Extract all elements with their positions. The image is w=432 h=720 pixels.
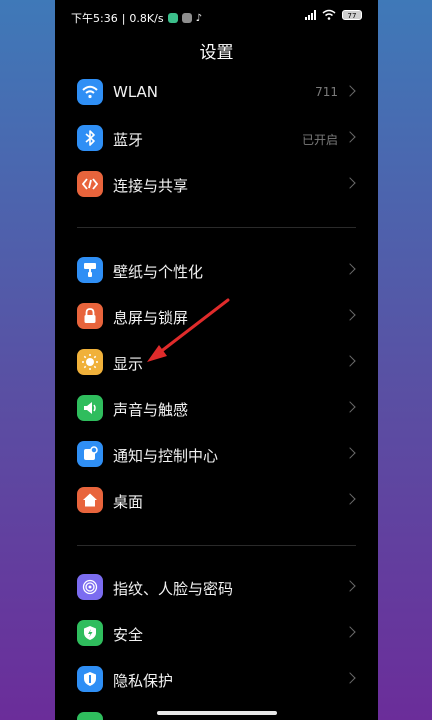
settings-item-wlan[interactable]: WLAN 711 (55, 70, 378, 116)
app-notification-icon (167, 13, 178, 23)
settings-item-label: 蓝牙 (113, 131, 144, 149)
settings-item-value: 711 (315, 85, 338, 99)
chevron-right-icon (344, 580, 356, 592)
status-separator: | (121, 11, 126, 25)
settings-item-label: 息屏与锁屏 (113, 309, 189, 327)
settings-item-display[interactable]: 显示 (55, 340, 378, 386)
bluetooth-icon (77, 125, 103, 151)
home-icon (77, 487, 103, 513)
tiktok-icon: ♪ (195, 12, 202, 24)
chevron-right-icon (344, 355, 356, 367)
settings-item-desktop[interactable]: 桌面 (55, 478, 378, 524)
chevron-right-icon (344, 447, 356, 459)
chevron-right-icon (344, 309, 356, 321)
settings-item-label: 通知与控制中心 (113, 447, 219, 465)
chevron-right-icon (344, 263, 356, 275)
wifi-status-icon (322, 9, 336, 20)
signal-icon (305, 9, 316, 20)
chevron-right-icon (344, 401, 356, 413)
partial-item-icon (77, 712, 103, 720)
settings-item-label: 声音与触感 (113, 401, 189, 419)
settings-item-lock-screen[interactable]: 息屏与锁屏 (55, 294, 378, 340)
chevron-right-icon (344, 493, 356, 505)
settings-item-bluetooth[interactable]: 蓝牙 已开启 (55, 116, 378, 162)
wifi-icon (77, 79, 103, 105)
chevron-right-icon (344, 131, 356, 143)
settings-item-label: 连接与共享 (113, 177, 189, 195)
privacy-icon (77, 666, 103, 692)
status-right: 77 (305, 9, 362, 20)
chevron-right-icon (344, 85, 356, 97)
brightness-sun-icon (77, 349, 103, 375)
chevron-right-icon (344, 672, 356, 684)
security-shield-icon (77, 620, 103, 646)
settings-item-label: WLAN (113, 83, 159, 101)
phone-screen: 下午5:36 | 0.8K/s ♪ 77 设置 WLAN 711 蓝牙 已开启 … (55, 0, 378, 720)
network-speed: 0.8K/s (129, 11, 164, 25)
battery-icon: 77 (342, 9, 362, 20)
status-time: 下午5:36 (71, 12, 118, 25)
chevron-right-icon (344, 626, 356, 638)
status-bar: 下午5:36 | 0.8K/s ♪ 77 (55, 0, 378, 34)
home-indicator[interactable] (157, 711, 277, 715)
settings-item-label: 安全 (113, 626, 144, 644)
settings-item-wallpaper[interactable]: 壁纸与个性化 (55, 248, 378, 294)
settings-item-label: 隐私保护 (113, 672, 174, 690)
paint-roller-icon (77, 257, 103, 283)
connection-share-icon (77, 171, 103, 197)
settings-item-label: 壁纸与个性化 (113, 263, 204, 281)
fingerprint-icon (77, 574, 103, 600)
settings-item-security[interactable]: 安全 (55, 611, 378, 657)
settings-item-connection-share[interactable]: 连接与共享 (55, 162, 378, 208)
settings-item-fingerprint[interactable]: 指纹、人脸与密码 (55, 565, 378, 611)
status-left: 下午5:36 | 0.8K/s ♪ (71, 10, 202, 26)
settings-item-label: 显示 (113, 355, 144, 373)
lock-icon (77, 303, 103, 329)
group-divider (77, 545, 356, 546)
settings-item-notification[interactable]: 通知与控制中心 (55, 432, 378, 478)
settings-item-label: 指纹、人脸与密码 (113, 580, 234, 598)
app-notification-icon (181, 13, 192, 23)
page-title: 设置 (199, 43, 234, 63)
settings-item-label: 桌面 (113, 493, 144, 511)
group-divider (77, 227, 356, 228)
speaker-icon (77, 395, 103, 421)
chevron-right-icon (344, 177, 356, 189)
settings-item-value: 已开启 (301, 133, 338, 147)
notification-icon (77, 441, 103, 467)
settings-item-privacy[interactable]: 隐私保护 (55, 657, 378, 703)
settings-item-sound[interactable]: 声音与触感 (55, 386, 378, 432)
